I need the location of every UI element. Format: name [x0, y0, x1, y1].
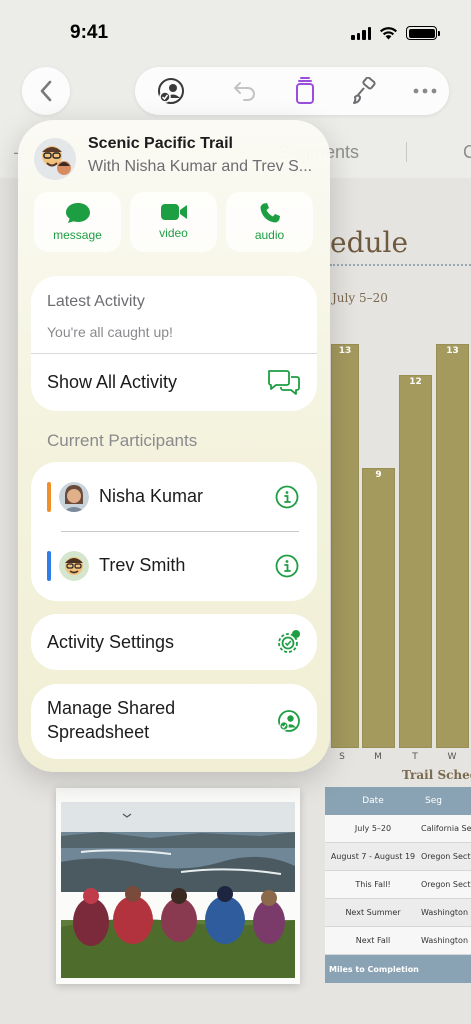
table-row[interactable]: Next Summer Washington Sec — [325, 899, 471, 927]
axis-label: W — [447, 752, 457, 762]
video-label: video — [159, 226, 188, 240]
group-title: Scenic Pacific Trail — [88, 135, 233, 152]
table-cell: August 7 - August 19 — [330, 852, 416, 861]
activity-settings-row[interactable]: Activity Settings — [31, 614, 317, 670]
group-avatar — [34, 138, 76, 180]
participant-color-stripe — [47, 551, 51, 581]
photo-card[interactable] — [56, 788, 300, 984]
organize-button[interactable] — [283, 67, 327, 115]
format-button[interactable] — [343, 67, 387, 115]
table-row[interactable]: This Fall! Oregon Section — [325, 871, 471, 899]
axis-label: M — [374, 752, 382, 762]
chart-bar: 12 — [399, 375, 432, 748]
undo-button[interactable] — [223, 67, 267, 115]
info-icon[interactable] — [275, 485, 299, 509]
bar-value: 13 — [446, 346, 459, 356]
bar-value: 9 — [375, 470, 382, 480]
top-toolbar — [135, 67, 449, 115]
table-header: Date Seg — [325, 787, 471, 815]
collaboration-button[interactable] — [149, 67, 193, 115]
table-cell: This Fall! — [355, 880, 391, 889]
paintbrush-icon — [353, 77, 376, 104]
more-button[interactable] — [403, 67, 447, 115]
activity-settings-icon — [278, 630, 300, 653]
status-time: 9:41 — [70, 22, 109, 43]
show-all-activity-label: Show All Activity — [47, 372, 178, 392]
bar-value: 13 — [338, 346, 352, 356]
audio-label: audio — [254, 228, 285, 242]
participants-card: Nisha Kumar Trev Smith — [31, 462, 317, 601]
table-row[interactable]: Next Fall Washington Sec — [325, 927, 471, 955]
chart-subtitle: July 5–20 — [332, 291, 388, 305]
table-cell: July 5–20 — [354, 824, 392, 833]
axis-label: S — [339, 752, 345, 762]
group-subtitle: With Nisha Kumar and Trev S... — [88, 158, 313, 175]
message-label: message — [53, 228, 102, 242]
audio-button[interactable]: audio — [226, 192, 313, 252]
participant-row[interactable]: Nisha Kumar — [31, 462, 317, 531]
tab-divider — [406, 142, 407, 162]
sheet-tab[interactable]: C — [463, 142, 471, 163]
trail-schedule-table[interactable]: Date Seg July 5–20 California Secti Augu… — [325, 787, 471, 983]
bar-value: 12 — [409, 377, 422, 387]
table-cell: Oregon Section — [421, 852, 471, 861]
table-row[interactable]: August 7 - August 19 Oregon Section — [325, 843, 471, 871]
chart-title: edule — [330, 226, 409, 259]
chat-bubbles-icon — [268, 370, 300, 395]
table-footer: Miles to Completion — [325, 955, 471, 983]
table-cell: Next Fall — [355, 936, 391, 945]
chart-bar: 9 — [362, 468, 395, 748]
chart-bar: 13 — [331, 344, 359, 748]
battery-icon — [406, 26, 440, 40]
table-cell: Washington Sec — [421, 936, 471, 945]
chevron-left-icon — [40, 80, 52, 102]
show-all-activity-row[interactable]: Show All Activity — [31, 354, 317, 411]
table-cell: Washington Sec — [421, 908, 471, 917]
back-button[interactable] — [22, 67, 70, 115]
video-icon — [160, 204, 187, 220]
table-caption: Trail Sched — [402, 768, 471, 782]
manage-collaboration-icon — [278, 710, 300, 732]
manage-shared-label: Manage Shared — [47, 698, 176, 718]
latest-activity-card: Latest Activity You're all caught up! Sh… — [31, 276, 317, 411]
undo-icon — [234, 82, 255, 101]
participant-row[interactable]: Trev Smith — [31, 532, 317, 601]
activity-settings-label: Activity Settings — [47, 632, 175, 652]
ellipsis-icon — [413, 88, 437, 94]
participant-name: Trev Smith — [99, 555, 186, 575]
participant-color-stripe — [47, 482, 51, 512]
wifi-icon — [380, 27, 397, 40]
participants-section-title: Current Participants — [47, 431, 198, 450]
manage-shared-label: Spreadsheet — [47, 722, 150, 742]
avatar — [59, 482, 89, 512]
chart-bar: 13 — [436, 344, 469, 748]
axis-label: T — [412, 752, 418, 762]
table-cell: Oregon Section — [421, 880, 471, 889]
table-header-cell: Date — [362, 796, 384, 806]
latest-activity-header: Latest Activity — [47, 293, 145, 310]
table-header-cell: Seg — [425, 796, 442, 806]
hikers-photo — [61, 802, 295, 978]
stacked-cards-icon — [296, 77, 314, 104]
participant-name: Nisha Kumar — [99, 486, 204, 506]
collaboration-popover: Scenic Pacific Trail With Nisha Kumar an… — [18, 120, 330, 772]
manage-shared-spreadsheet-row[interactable]: Manage Shared Spreadsheet — [31, 684, 317, 759]
collaboration-icon — [158, 78, 184, 104]
status-bar: 9:41 — [0, 0, 471, 64]
message-icon — [65, 203, 90, 223]
table-cell: Next Summer — [345, 908, 401, 917]
cellular-signal-icon — [351, 26, 371, 40]
status-icons — [351, 26, 440, 40]
chart-title-underline — [330, 264, 471, 266]
video-button[interactable]: video — [130, 192, 217, 252]
avatar — [59, 551, 89, 581]
phone-icon — [260, 203, 280, 223]
message-button[interactable]: message — [34, 192, 121, 252]
table-row[interactable]: July 5–20 California Secti — [325, 815, 471, 843]
activity-status: You're all caught up! — [47, 324, 173, 340]
table-cell: California Secti — [421, 824, 471, 833]
info-icon[interactable] — [275, 554, 299, 578]
